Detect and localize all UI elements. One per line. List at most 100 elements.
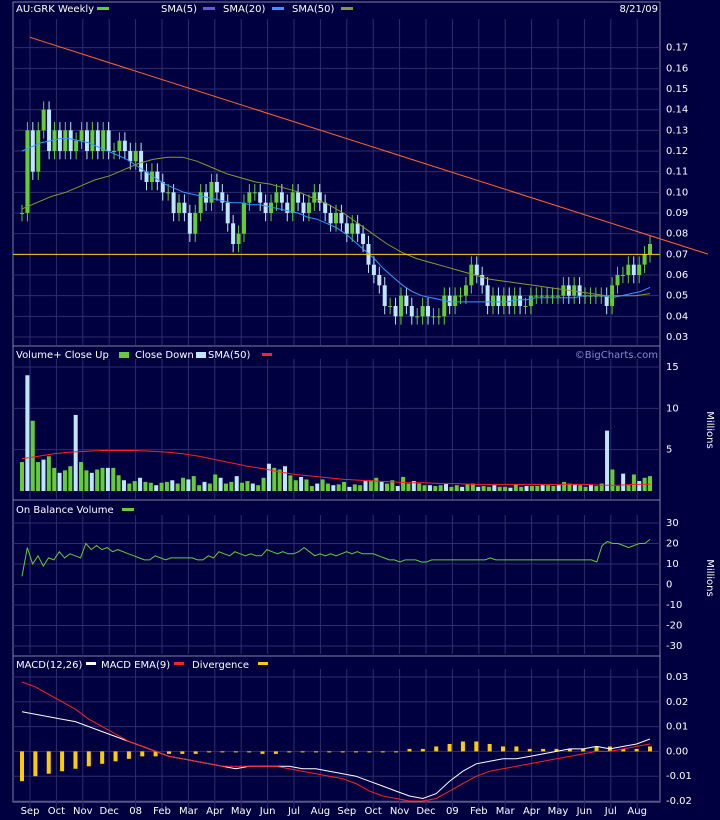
price-candle-body <box>252 192 257 194</box>
volume-bar <box>111 467 116 491</box>
price-candle-body <box>193 213 198 234</box>
price-candle-body <box>209 182 214 203</box>
price-tick-label: 0.08 <box>666 229 688 240</box>
volume-bar <box>62 470 67 491</box>
price-candle-body <box>52 130 57 151</box>
macd-legend-ema: MACD EMA(9) <box>101 660 170 671</box>
volume-bar <box>84 470 89 491</box>
volume-bar <box>605 430 610 491</box>
divergence-bar <box>233 751 238 753</box>
volume-bar <box>283 466 288 491</box>
price-candle-body <box>63 130 68 151</box>
volume-bar <box>486 486 491 491</box>
volume-bar <box>615 486 620 491</box>
price-candle-body <box>263 202 268 213</box>
divergence-bar <box>514 746 519 752</box>
x-tick-label: Jul <box>604 806 617 817</box>
legend-sma20-swatch <box>272 7 284 10</box>
price-candle-body <box>496 295 501 306</box>
volume-bar <box>223 483 228 491</box>
price-candle-body <box>36 130 41 172</box>
price-candle-body <box>344 223 349 234</box>
price-candle-body <box>74 140 79 151</box>
price-candle-body <box>458 295 463 297</box>
volume-bar <box>202 481 207 491</box>
divergence-bar <box>180 751 185 754</box>
volume-bar <box>46 456 51 491</box>
price-candle-body <box>339 213 344 224</box>
price-candle-body <box>409 306 414 317</box>
divergence-bar <box>20 751 24 782</box>
obv-tick-label: -20 <box>666 621 682 632</box>
divergence-bar <box>340 751 345 753</box>
macd-legend-divergence: Divergence <box>192 660 249 671</box>
volume-bar <box>218 477 223 491</box>
divergence-bar <box>487 743 492 752</box>
volume-bar <box>551 486 556 491</box>
volume-bar <box>529 486 534 491</box>
price-candle-body <box>334 213 338 224</box>
price-candle-body <box>528 295 533 306</box>
volume-bar <box>89 472 94 491</box>
legend-sma5-swatch <box>203 7 215 10</box>
x-tick-label: May <box>548 806 569 817</box>
volume-bar <box>395 486 400 491</box>
symbol-swatch <box>97 7 109 10</box>
volume-bar <box>186 479 191 491</box>
price-candle-body <box>214 182 219 193</box>
volume-bar <box>492 485 497 491</box>
volume-bar <box>309 486 314 491</box>
divergence-bar <box>367 751 372 753</box>
divergence-bar <box>100 751 105 764</box>
price-tick-label: 0.03 <box>666 332 688 343</box>
volume-bar <box>245 481 250 491</box>
obv-unit: Millions <box>704 559 715 596</box>
volume-bar <box>347 486 352 491</box>
price-candle-body <box>453 295 458 306</box>
price-candle-body <box>382 285 387 306</box>
price-candle-body <box>637 264 642 275</box>
price-candle-body <box>388 306 393 307</box>
divergence-bar <box>193 751 198 754</box>
price-candle-body <box>187 213 192 234</box>
divergence-bar <box>501 746 506 752</box>
obv-label: On Balance Volume <box>16 505 114 516</box>
price-candle-body <box>631 264 636 275</box>
divergence-bar <box>447 743 452 752</box>
price-candle-body <box>377 275 382 286</box>
price-tick-label: 0.13 <box>666 125 688 136</box>
divergence-bar <box>247 751 252 753</box>
price-candle-body <box>79 130 84 141</box>
volume-bar <box>508 487 513 491</box>
volume-bar <box>331 485 336 491</box>
x-tick-label: Aug <box>311 806 331 817</box>
chart-date: 8/21/09 <box>619 4 658 15</box>
macd-divergence-swatch <box>258 662 268 665</box>
volume-bar <box>610 469 615 491</box>
volume-bar <box>138 477 143 491</box>
divergence-bar <box>474 741 479 752</box>
x-tick-label: Oct <box>48 806 65 817</box>
divergence-bar <box>327 751 332 753</box>
price-candle-body <box>306 202 311 213</box>
price-candle-body <box>615 275 620 286</box>
volume-bar <box>181 477 186 491</box>
price-candle-body <box>236 233 241 244</box>
price-candle-body <box>447 295 452 306</box>
volume-bar <box>30 420 35 491</box>
volume-bar <box>25 375 30 491</box>
price-candle-body <box>241 202 246 234</box>
volume-bar <box>57 472 62 491</box>
legend-sma50: SMA(50) <box>292 4 334 15</box>
divergence-bar <box>354 751 359 753</box>
price-candle-body <box>361 233 366 244</box>
price-candle-body <box>555 295 560 297</box>
price-candle-body <box>41 109 46 131</box>
divergence-bar <box>527 748 532 752</box>
price-candle-body <box>539 295 544 297</box>
price-candle-body <box>491 295 495 306</box>
price-candle-body <box>620 275 625 276</box>
volume-bar <box>197 485 202 491</box>
volume-bar <box>293 480 298 491</box>
volume-legend-down: Close Down <box>135 350 194 361</box>
